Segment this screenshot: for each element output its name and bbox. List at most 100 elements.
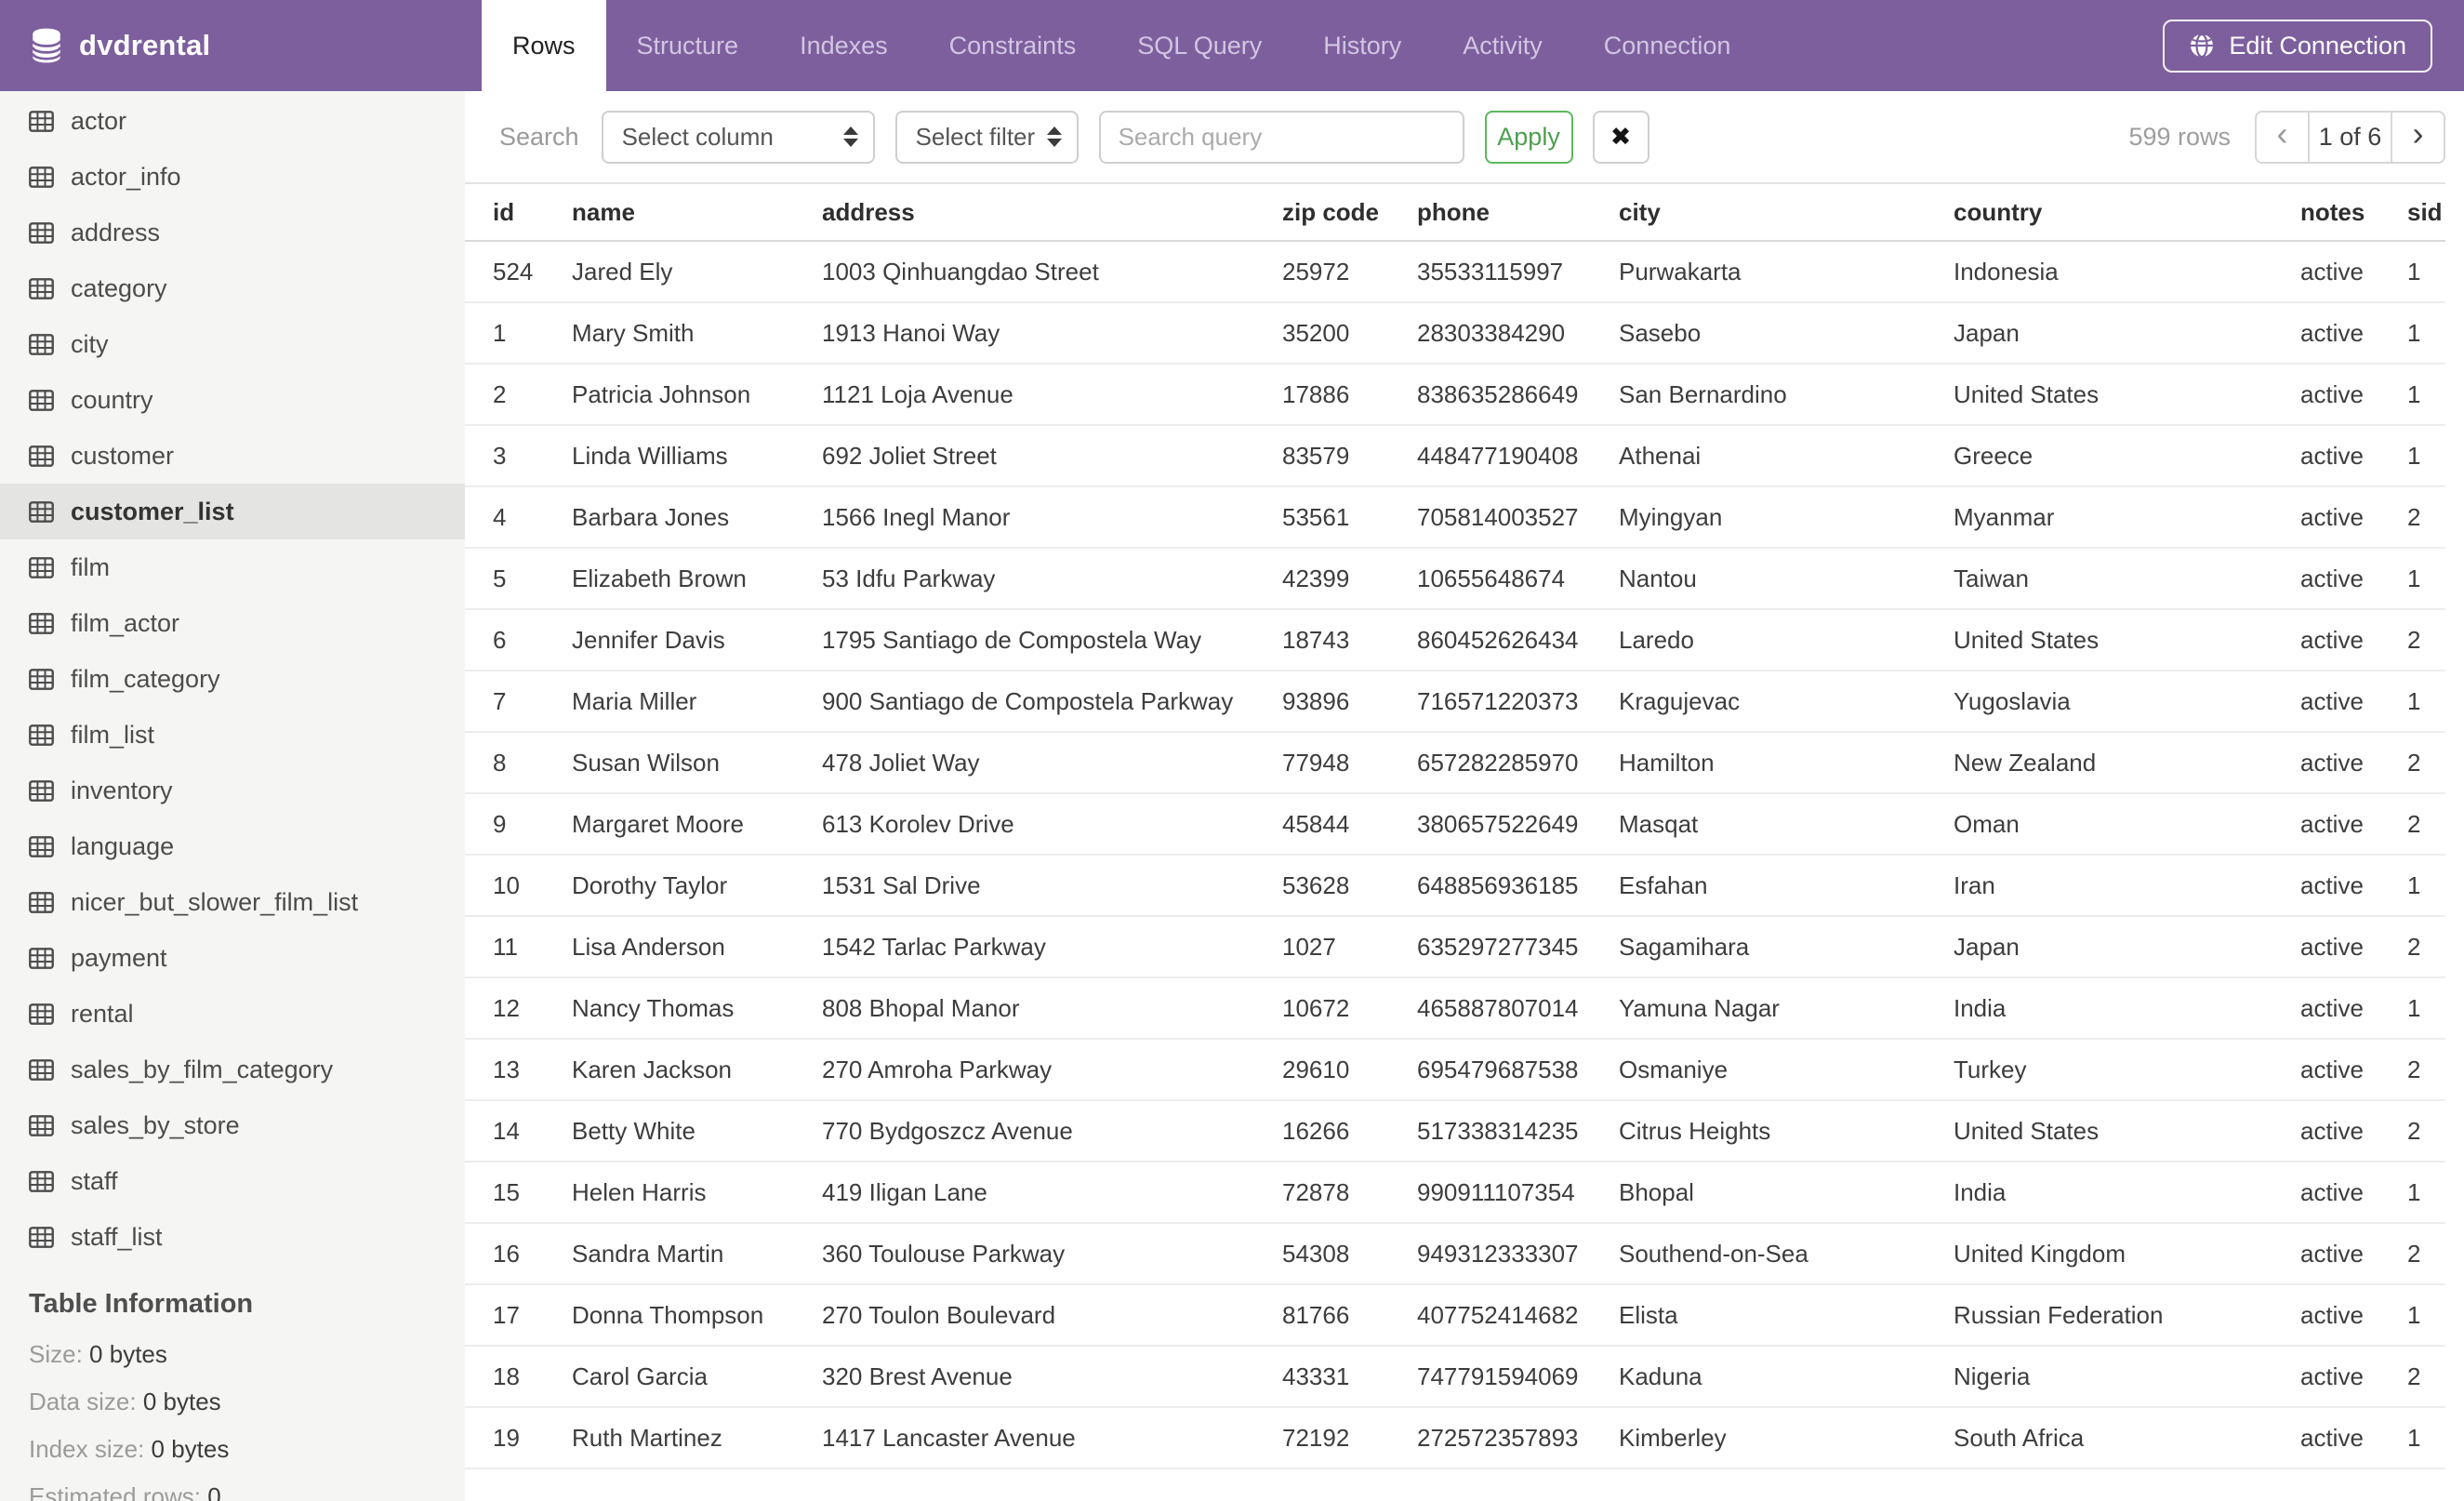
sidebar-table-item[interactable]: film: [0, 539, 465, 595]
table-row[interactable]: 5 Elizabeth Brown 53 Idfu Parkway 42399 1065…: [465, 548, 2445, 610]
column-select[interactable]: Select column: [601, 110, 875, 164]
table-cell: 949312333307: [1389, 1223, 1591, 1285]
sidebar-table-item[interactable]: payment: [0, 930, 465, 986]
table-cell: Osmaniye: [1591, 1039, 1926, 1101]
table-cell: 2: [2379, 1039, 2445, 1101]
sidebar-table-name: film_list: [71, 720, 155, 749]
sidebar-table-name: staff_list: [71, 1222, 163, 1251]
table-row[interactable]: 16 Sandra Martin 360 Toulouse Parkway 54308…: [465, 1223, 2445, 1285]
sidebar-table-item[interactable]: actor: [0, 93, 465, 149]
table-cell: Turkey: [1926, 1039, 2272, 1101]
table-cell: Maria Miller: [544, 671, 794, 733]
column-header[interactable]: sid: [2379, 183, 2445, 242]
table-icon: [29, 166, 54, 188]
sidebar-table-item[interactable]: country: [0, 372, 465, 428]
table-cell: 320 Brest Avenue: [794, 1346, 1254, 1408]
table-cell: 1003 Qinhuangdao Street: [794, 241, 1254, 303]
table-cell: 1: [2379, 977, 2445, 1040]
sidebar-table-item[interactable]: staff: [0, 1153, 465, 1209]
table-row[interactable]: 7 Maria Miller 900 Santiago de Compostela …: [465, 671, 2445, 733]
column-header[interactable]: city: [1591, 183, 1926, 242]
sidebar-table-item[interactable]: rental: [0, 986, 465, 1042]
table-cell: Russian Federation: [1926, 1284, 2272, 1347]
table-row[interactable]: 11 Lisa Anderson 1542 Tarlac Parkway 1027 63…: [465, 916, 2445, 978]
tab[interactable]: Structure: [606, 0, 770, 91]
table-icon: [29, 1003, 54, 1025]
table-row[interactable]: 17 Donna Thompson 270 Toulon Boulevard 8176…: [465, 1284, 2445, 1347]
column-header[interactable]: zip code: [1254, 183, 1389, 242]
sidebar-table-item[interactable]: city: [0, 316, 465, 372]
clear-search-button[interactable]: ✖: [1592, 110, 1649, 164]
tab[interactable]: Connection: [1573, 0, 1762, 91]
table-cell: United States: [1926, 609, 2272, 671]
edit-connection-button[interactable]: Edit Connection: [2163, 19, 2432, 73]
table-row[interactable]: 524 Jared Ely 1003 Qinhuangdao Street 25972…: [465, 241, 2445, 303]
column-header[interactable]: notes: [2272, 183, 2379, 242]
table-info-row: Index size: 0 bytes: [29, 1435, 465, 1464]
table-row[interactable]: 8 Susan Wilson 478 Joliet Way 77948 65728228…: [465, 732, 2445, 794]
table-icon: [29, 277, 54, 299]
table-cell: Japan: [1926, 916, 2272, 978]
table-row[interactable]: 1 Mary Smith 1913 Hanoi Way 35200 2830338429…: [465, 302, 2445, 365]
filter-select-value: Select filter: [915, 122, 1036, 151]
filter-select[interactable]: Select filter: [894, 110, 1079, 164]
prev-page-button[interactable]: ‹: [2257, 112, 2310, 162]
tab[interactable]: Rows: [482, 0, 606, 91]
table-cell: United States: [1926, 364, 2272, 426]
table-cell: 18: [465, 1346, 544, 1408]
table-cell: 1: [465, 302, 544, 365]
table-row[interactable]: 9 Margaret Moore 613 Korolev Drive 45844 380…: [465, 793, 2445, 856]
column-header[interactable]: country: [1926, 183, 2272, 242]
column-header[interactable]: id: [465, 183, 544, 242]
table-cell: 54308: [1254, 1223, 1389, 1285]
table-cell: 1: [2379, 1284, 2445, 1347]
table-row[interactable]: 3 Linda Williams 692 Joliet Street 83579 448…: [465, 425, 2445, 487]
table-row[interactable]: 14 Betty White 770 Bydgoszcz Avenue 16266 51…: [465, 1100, 2445, 1162]
table-info-row: Estimated rows: 0: [29, 1482, 465, 1501]
tab[interactable]: History: [1292, 0, 1432, 91]
sidebar-table-item[interactable]: film_actor: [0, 595, 465, 651]
sidebar-table-item[interactable]: sales_by_film_category: [0, 1042, 465, 1097]
tab[interactable]: Constraints: [919, 0, 1107, 91]
next-page-button[interactable]: ›: [2391, 112, 2444, 162]
table-icon: [29, 724, 54, 746]
column-header[interactable]: name: [544, 183, 794, 242]
sidebar-table-item[interactable]: nicer_but_slower_film_list: [0, 874, 465, 930]
table-row[interactable]: 2 Patricia Johnson 1121 Loja Avenue 17886 83…: [465, 364, 2445, 426]
sidebar-table-item[interactable]: sales_by_store: [0, 1097, 465, 1153]
table-row[interactable]: 18 Carol Garcia 320 Brest Avenue 43331 74779…: [465, 1346, 2445, 1408]
sidebar-table-item[interactable]: category: [0, 260, 465, 316]
sidebar-table-item[interactable]: staff_list: [0, 1209, 465, 1265]
table-cell: 11: [465, 916, 544, 978]
sidebar-table-item[interactable]: language: [0, 818, 465, 874]
table-cell: 407752414682: [1389, 1284, 1591, 1347]
sidebar-table-item[interactable]: customer: [0, 428, 465, 484]
table-icon: [29, 1114, 54, 1136]
column-header[interactable]: phone: [1389, 183, 1591, 242]
table-row[interactable]: 4 Barbara Jones 1566 Inegl Manor 53561 70581…: [465, 486, 2445, 549]
sidebar-table-item[interactable]: film_list: [0, 707, 465, 763]
sidebar-table-item[interactable]: inventory: [0, 763, 465, 818]
tab[interactable]: Activity: [1432, 0, 1573, 91]
sidebar-table-item[interactable]: actor_info: [0, 149, 465, 205]
table-cell: Purwakarta: [1591, 241, 1926, 303]
sidebar-table-item[interactable]: address: [0, 205, 465, 260]
table-cell: Masqat: [1591, 793, 1926, 856]
sidebar-table-item[interactable]: customer_list: [0, 484, 465, 539]
table-row[interactable]: 6 Jennifer Davis 1795 Santiago de Composte…: [465, 609, 2445, 671]
table-cell: 716571220373: [1389, 671, 1591, 733]
search-query-input[interactable]: [1098, 110, 1464, 164]
table-cell: 270 Amroha Parkway: [794, 1039, 1254, 1101]
table-row[interactable]: 12 Nancy Thomas 808 Bhopal Manor 10672 46588…: [465, 977, 2445, 1040]
table-row[interactable]: 19 Ruth Martinez 1417 Lancaster Avenue 7219…: [465, 1407, 2445, 1469]
table-row[interactable]: 15 Helen Harris 419 Iligan Lane 72878 990911…: [465, 1162, 2445, 1224]
column-header[interactable]: address: [794, 183, 1254, 242]
apply-button[interactable]: Apply: [1484, 110, 1573, 164]
tab[interactable]: SQL Query: [1106, 0, 1292, 91]
table-row[interactable]: 10 Dorothy Taylor 1531 Sal Drive 53628 64885…: [465, 855, 2445, 917]
tab[interactable]: Indexes: [769, 0, 919, 91]
table-cell: Ruth Martinez: [544, 1407, 794, 1469]
table-row[interactable]: 13 Karen Jackson 270 Amroha Parkway 29610 69…: [465, 1039, 2445, 1101]
sidebar-table-item[interactable]: film_category: [0, 651, 465, 707]
table-cell: 43331: [1254, 1346, 1389, 1408]
